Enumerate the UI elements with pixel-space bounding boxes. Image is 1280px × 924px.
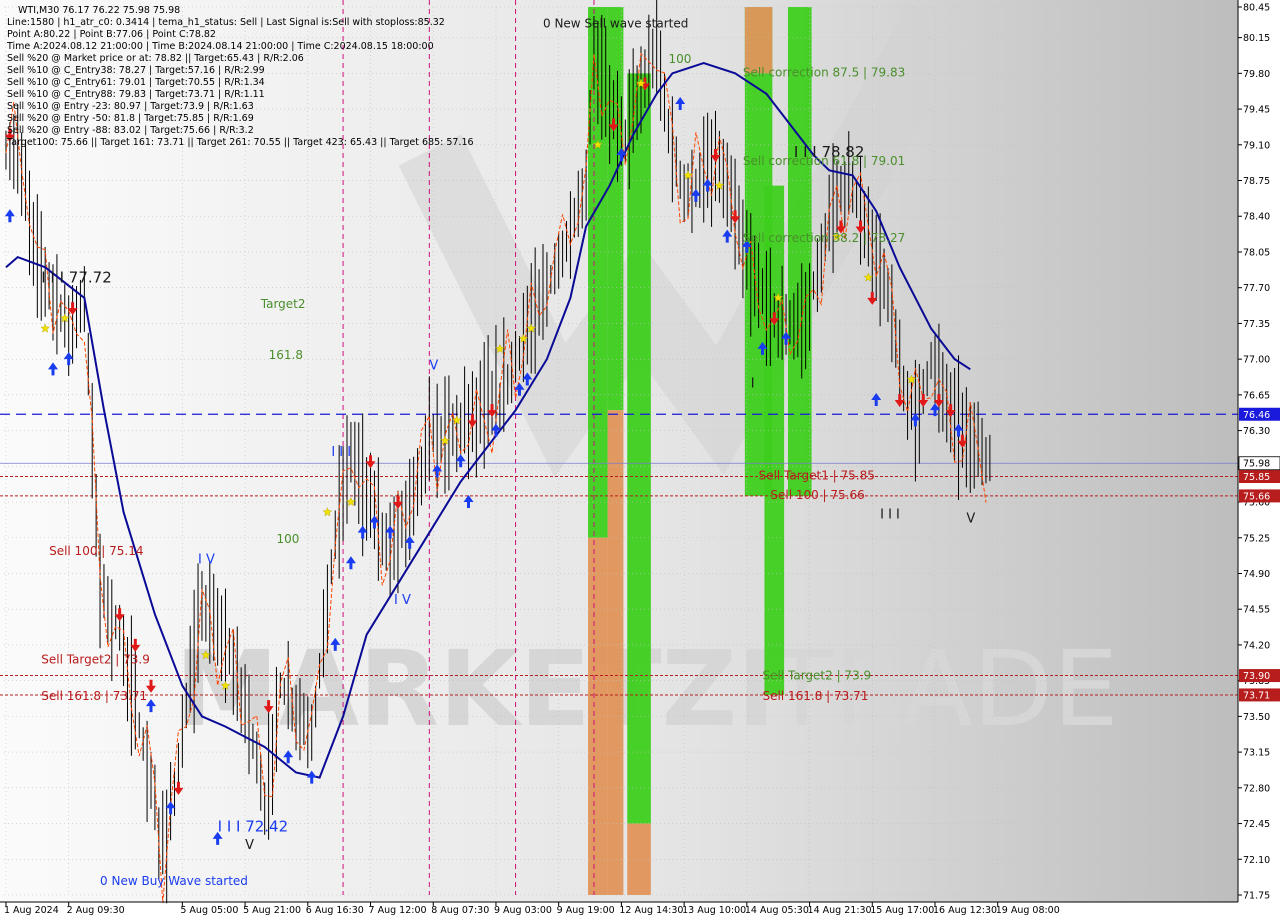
y-tick-label: 77.35 xyxy=(1243,319,1270,330)
chart-label: Sell 161.8 | 73.71 xyxy=(763,689,869,703)
chart-label: 0 New Buy Wave started xyxy=(100,874,248,888)
signal-zone xyxy=(764,185,785,695)
y-tick-label: 76.65 xyxy=(1243,390,1270,401)
y-tick-label: 78.40 xyxy=(1243,212,1270,223)
y-tick-label: 80.45 xyxy=(1243,3,1270,14)
x-tick-label: 9 Aug 19:00 xyxy=(557,905,615,916)
chart-label: 0 New Sell wave started xyxy=(543,16,688,30)
chart-label: Sell correction 87.5 | 79.83 xyxy=(743,65,905,79)
x-tick-label: 8 Aug 07:30 xyxy=(431,905,489,916)
x-tick-label: 6 Aug 16:30 xyxy=(306,905,364,916)
dashed-level-tag: 76.46 xyxy=(1243,410,1270,421)
x-tick-label: 13 Aug 10:00 xyxy=(682,905,746,916)
y-tick-label: 72.10 xyxy=(1243,855,1270,866)
y-tick-label: 73.15 xyxy=(1243,748,1270,759)
x-tick-label: 16 Aug 12:30 xyxy=(933,905,997,916)
chart-label: Target2 xyxy=(260,297,306,311)
chart-label: I V xyxy=(198,552,215,567)
chart-label: I I I 77.72 xyxy=(41,269,112,287)
chart-label: Sell 100 | 75.14 xyxy=(49,544,143,558)
x-tick-label: 14 Aug 21:30 xyxy=(808,905,872,916)
chart-window: MARKETZI TRADE 0 New Sell wave started 100… xyxy=(0,0,1280,920)
y-tick-label: 72.80 xyxy=(1243,783,1270,794)
y-tick-label: 80.15 xyxy=(1243,33,1270,44)
signal-zone xyxy=(607,410,624,895)
y-tick-label: 76.30 xyxy=(1243,426,1270,437)
y-tick-label: 79.80 xyxy=(1243,69,1270,80)
y-tick-label: 74.20 xyxy=(1243,640,1270,651)
info-line: Target100: 75.66 || Target 161: 73.71 ||… xyxy=(6,137,474,148)
info-line: Point A:80.22 | Point B:77.06 | Point C:… xyxy=(7,29,216,40)
signal-zone xyxy=(627,823,651,895)
chart-svg: MARKETZITRADE 0 New Sell wave started100… xyxy=(0,0,1280,920)
x-tick-label: 12 Aug 14:30 xyxy=(619,905,683,916)
chart-label: V xyxy=(966,511,975,526)
signal-zone xyxy=(627,73,651,824)
chart-label: Sell 161.8 | 73.71 xyxy=(41,689,147,703)
chart-label: Sell Target2 | 73.9 xyxy=(763,669,872,683)
chart-label: Sell correction 38.2 | 78.27 xyxy=(743,231,905,245)
chart-label: I V xyxy=(394,593,411,608)
x-tick-label: 15 Aug 17:00 xyxy=(870,905,934,916)
y-tick-label: 74.55 xyxy=(1243,605,1270,616)
level-price-tag: 75.66 xyxy=(1243,491,1270,502)
level-price-tag: 75.85 xyxy=(1243,472,1270,483)
x-tick-label: 14 Aug 05:30 xyxy=(745,905,809,916)
y-tick-label: 77.70 xyxy=(1243,283,1270,294)
x-tick-label: 9 Aug 03:00 xyxy=(494,905,552,916)
y-tick-label: 78.75 xyxy=(1243,176,1270,187)
info-line: Sell %10 @ Entry -23: 80.97 | Target:73.… xyxy=(7,101,254,112)
watermark-brand: MARKETZI xyxy=(175,628,776,750)
y-tick-label: 72.45 xyxy=(1243,819,1270,830)
chart-label: Sell Target1 | 75.85 xyxy=(759,469,875,483)
y-tick-label: 79.45 xyxy=(1243,105,1270,116)
x-tick-label: 5 Aug 21:00 xyxy=(243,905,301,916)
y-tick-label: 79.10 xyxy=(1243,140,1270,151)
x-tick-label: 2 Aug 09:30 xyxy=(67,905,125,916)
info-line: WTI,M30 76.17 76.22 75.98 75.98 xyxy=(18,5,180,16)
info-line: Sell %20 @ Entry -88: 83.02 | Target:75.… xyxy=(7,125,254,136)
chart-label: I xyxy=(751,377,755,392)
y-tick-label: 78.05 xyxy=(1243,247,1270,258)
chart-label: 100 xyxy=(276,532,299,546)
chart-label: Sell Target2 | 73.9 xyxy=(41,652,150,666)
chart-label: I I I 72.42 xyxy=(218,818,289,836)
x-tick-label: 7 Aug 12:00 xyxy=(369,905,427,916)
signal-zone xyxy=(787,7,812,496)
level-price-tag: 73.71 xyxy=(1243,690,1270,701)
info-line: Sell %10 @ C_Entry38: 78.27 | Target:57.… xyxy=(7,65,265,76)
chart-label: V xyxy=(429,358,438,373)
y-tick-label: 75.25 xyxy=(1243,533,1270,544)
chart-label: V xyxy=(245,838,254,853)
info-line: Sell %20 @ Market price or at: 78.82 || … xyxy=(7,53,304,64)
info-line: Time A:2024.08.12 21:00:00 | Time B:2024… xyxy=(6,41,434,52)
chart-label: Sell correction 61.8 | 79.01 xyxy=(743,154,905,168)
chart-label: Sell 100 | 75.66 xyxy=(770,488,864,502)
y-tick-label: 71.75 xyxy=(1243,891,1270,902)
y-tick-label: 74.90 xyxy=(1243,569,1270,580)
y-tick-label: 73.50 xyxy=(1243,712,1270,723)
chart-label: I I I xyxy=(880,507,900,522)
chart-label: I I I xyxy=(331,445,351,460)
signal-zone xyxy=(744,7,773,74)
y-tick-label: 77.00 xyxy=(1243,355,1270,366)
x-tick-label: 5 Aug 05:00 xyxy=(180,905,238,916)
chart-label: 161.8 xyxy=(269,348,303,362)
chart-label: 100 xyxy=(668,52,691,66)
info-line: Sell %10 @ C_Entry61: 79.01 | Target:70.… xyxy=(7,77,265,88)
x-tick-label: 1 Aug 2024 xyxy=(4,905,59,916)
info-line: Sell %20 @ Entry -50: 81.8 | Target:75.8… xyxy=(7,113,254,124)
x-tick-label: 19 Aug 08:00 xyxy=(996,905,1060,916)
info-line: Line:1580 | h1_atr_c0: 0.3414 | tema_h1_… xyxy=(7,17,445,28)
level-price-tag: 73.90 xyxy=(1243,671,1270,682)
info-line: Sell %10 @ C_Entry88: 79.83 | Target:73.… xyxy=(7,89,265,100)
current-price-tag: 75.98 xyxy=(1243,459,1270,470)
